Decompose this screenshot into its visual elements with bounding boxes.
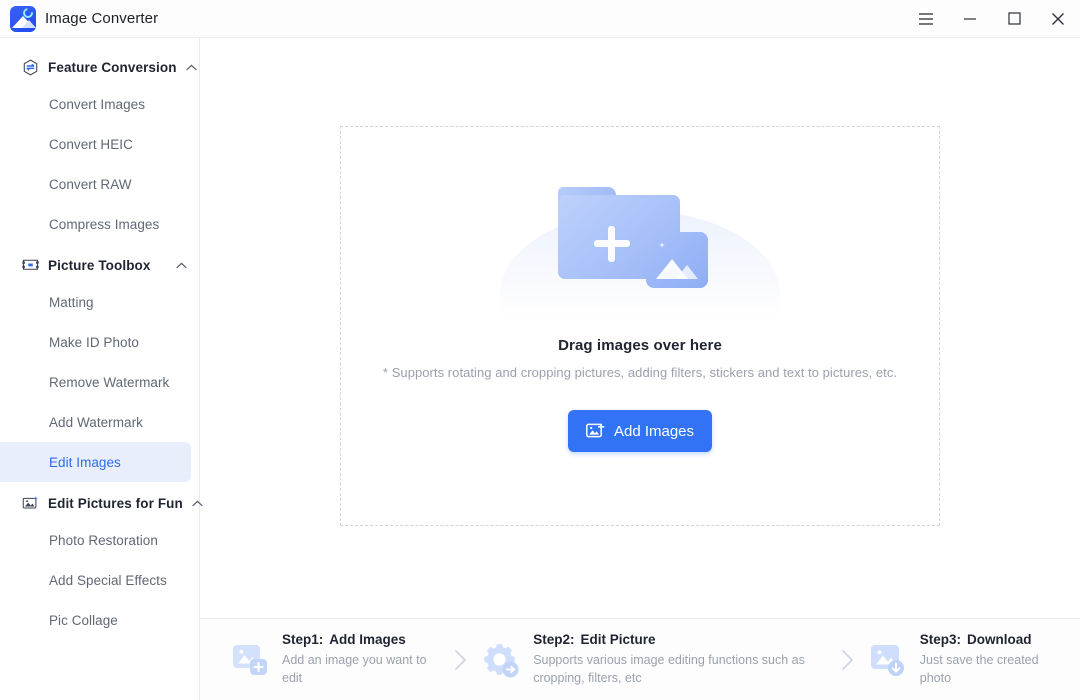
sidebar-item-remove-watermark[interactable]: Remove Watermark: [0, 362, 191, 402]
sidebar-item-photo-restoration[interactable]: Photo Restoration: [0, 520, 191, 560]
sidebar-item-make-id-photo[interactable]: Make ID Photo: [0, 322, 191, 362]
app-title: Image Converter: [45, 10, 159, 27]
sidebar-item-label: Pic Collage: [49, 612, 118, 628]
sidebar: Feature Conversion Convert Images Conver…: [0, 38, 203, 700]
photo-thumb-icon: [646, 232, 708, 288]
sidebar-item-label: Compress Images: [49, 216, 160, 232]
sidebar-item-add-watermark[interactable]: Add Watermark: [0, 402, 191, 442]
sidebar-item-label: Add Watermark: [49, 414, 143, 430]
maximize-icon[interactable]: [992, 0, 1036, 38]
download-photo-icon: [868, 640, 908, 680]
chevron-up-icon[interactable]: [176, 262, 187, 269]
step-heading: Step3: Download: [920, 632, 1064, 647]
step-description: Supports various image editing functions…: [533, 652, 805, 685]
app-brand: Image Converter: [0, 5, 159, 32]
sidebar-item-matting[interactable]: Matting: [0, 282, 191, 322]
main-area: Drag images over here * Supports rotatin…: [200, 38, 1080, 700]
sidebar-group-label: Picture Toolbox: [48, 257, 151, 273]
window-controls: [904, 0, 1080, 38]
drop-zone[interactable]: Drag images over here * Supports rotatin…: [340, 126, 940, 526]
step-number: Step3:: [919, 631, 962, 647]
sidebar-item-convert-heic[interactable]: Convert HEIC: [0, 124, 191, 164]
chevron-up-icon[interactable]: [185, 64, 197, 71]
content-area: Drag images over here * Supports rotatin…: [200, 38, 1080, 618]
step-text: Step2: Edit Picture Supports various imag…: [533, 632, 827, 687]
drop-zone-subtitle: * Supports rotating and cropping picture…: [382, 365, 898, 380]
sidebar-item-label: Matting: [49, 294, 94, 310]
crop-frame-icon: [22, 257, 39, 274]
step-text: Step3: Download Just save the created pho…: [920, 632, 1064, 687]
step-title: Edit Picture: [580, 631, 656, 647]
sidebar-group-feature-conversion[interactable]: Feature Conversion: [0, 50, 199, 84]
step-number: Step2:: [533, 631, 575, 647]
chevron-right-icon: [841, 649, 854, 671]
convert-hexagon-icon: [22, 59, 39, 76]
sidebar-item-label: Photo Restoration: [49, 532, 158, 548]
sidebar-item-label: Make ID Photo: [49, 334, 139, 350]
image-converter-logo-icon: [10, 5, 36, 32]
step-download: Step3: Download Just save the created pho…: [868, 632, 1064, 687]
sidebar-item-convert-images[interactable]: Convert Images: [0, 84, 191, 124]
sidebar-item-label: Add Special Effects: [49, 572, 167, 588]
step-title: Add Images: [329, 631, 406, 647]
sidebar-item-pic-collage[interactable]: Pic Collage: [0, 600, 191, 640]
gear-arrow-icon: [481, 640, 521, 680]
add-image-icon: [586, 423, 605, 440]
step-number: Step1:: [282, 631, 324, 647]
step-text: Step1: Add Images Add an image you want t…: [282, 632, 440, 687]
sidebar-item-label: Convert RAW: [49, 176, 132, 192]
sidebar-group-label: Feature Conversion: [48, 59, 177, 75]
chevron-right-icon: [454, 649, 467, 671]
sidebar-item-add-special-effects[interactable]: Add Special Effects: [0, 560, 191, 600]
sidebar-item-compress-images[interactable]: Compress Images: [0, 204, 191, 244]
sidebar-item-convert-raw[interactable]: Convert RAW: [0, 164, 191, 204]
add-images-button[interactable]: Add Images: [567, 410, 713, 452]
step-add-images: Step1: Add Images Add an image you want t…: [230, 632, 440, 687]
photo-sparkle-icon: [22, 495, 39, 512]
step-heading: Step2: Edit Picture: [533, 632, 827, 647]
app-window: Image Converter Feature Conversion Conve…: [0, 0, 1080, 700]
add-images-button-label: Add Images: [613, 422, 695, 440]
step-heading: Step1: Add Images: [282, 632, 440, 647]
sidebar-item-label: Remove Watermark: [49, 374, 170, 390]
add-photo-icon: [230, 640, 270, 680]
sidebar-group-edit-pictures-for-fun[interactable]: Edit Pictures for Fun: [0, 486, 203, 520]
sidebar-group-picture-toolbox[interactable]: Picture Toolbox: [0, 248, 199, 282]
minimize-icon[interactable]: [948, 0, 992, 38]
step-title: Download: [967, 631, 1032, 647]
menu-icon[interactable]: [904, 0, 948, 38]
sidebar-item-edit-images[interactable]: Edit Images: [0, 442, 191, 482]
steps-bar: Step1: Add Images Add an image you want t…: [200, 618, 1080, 700]
step-description: Just save the created photo: [919, 652, 1039, 685]
sidebar-item-label: Convert Images: [49, 96, 145, 112]
close-icon[interactable]: [1036, 0, 1080, 38]
step-edit-picture: Step2: Edit Picture Supports various imag…: [481, 632, 827, 687]
title-bar: Image Converter: [0, 0, 1080, 38]
drop-zone-title: Drag images over here: [558, 337, 722, 354]
step-description: Add an image you want to edit: [282, 652, 427, 685]
sidebar-group-label: Edit Pictures for Fun: [48, 495, 183, 511]
sidebar-item-label: Edit Images: [49, 454, 121, 470]
window-body: Feature Conversion Convert Images Conver…: [0, 38, 1080, 700]
sidebar-item-label: Convert HEIC: [49, 136, 133, 152]
folder-add-image-illustration: [490, 175, 790, 331]
